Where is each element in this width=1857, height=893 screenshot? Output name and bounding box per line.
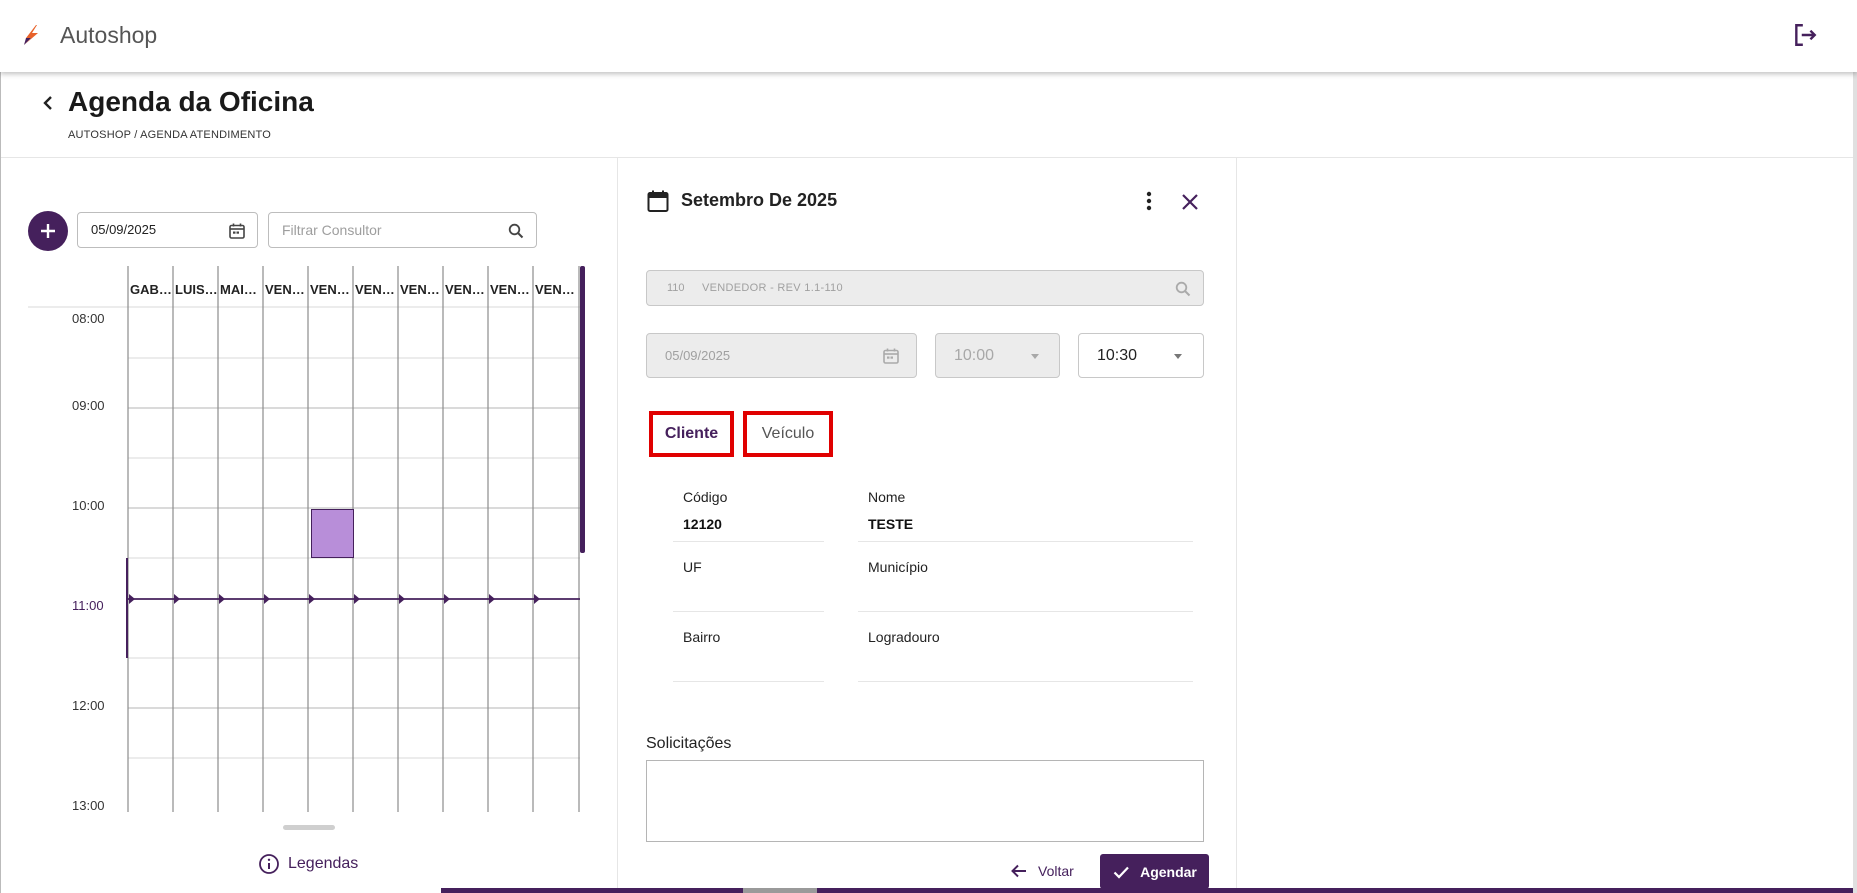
breadcrumb: AUTOSHOP / AGENDA ATENDIMENTO (68, 129, 272, 141)
bairro-label: Bairro (683, 629, 721, 645)
nome-value: TESTE (868, 516, 914, 532)
solicitacoes-textarea[interactable] (647, 761, 1203, 841)
schedule-grid-lines (28, 266, 580, 812)
solicitacoes-label: Solicitações (646, 735, 732, 752)
column-header-luis: LUIS … (175, 282, 218, 297)
codigo-label: Código (683, 489, 728, 505)
nome-label: Nome (868, 489, 906, 505)
column-divider (1236, 158, 1237, 893)
appointment-date-input (665, 348, 865, 363)
column-header-vendedor: VEN… (400, 282, 440, 297)
calendar-icon (647, 190, 669, 212)
column-header-vendedor: VEN… (355, 282, 395, 297)
date-input[interactable] (91, 222, 221, 237)
column-header-vendedor: VEN… (265, 282, 305, 297)
field-underline (673, 681, 824, 682)
back-chevron-icon[interactable] (38, 92, 58, 114)
schedule-grid[interactable]: GAB… LUIS … MAI… VEN… VEN… VEN… VEN… VEN… (28, 266, 580, 812)
close-icon[interactable] (1178, 190, 1202, 214)
calendar-icon (883, 348, 899, 364)
logout-icon[interactable] (1792, 22, 1818, 48)
dropdown-caret-icon (1031, 354, 1039, 359)
page-scrollbar[interactable] (1853, 72, 1857, 893)
field-underline (673, 541, 824, 542)
time-label: 12:00 (72, 698, 105, 713)
search-icon[interactable] (507, 222, 525, 240)
legend-label: Legendas (288, 855, 359, 872)
column-header-maiara: MAI… (220, 282, 257, 297)
tab-cliente[interactable]: Cliente (649, 411, 734, 457)
time-label: 10:00 (72, 498, 105, 513)
app-bar: Autoshop (0, 0, 1857, 72)
tab-veiculo[interactable]: Veículo (743, 411, 833, 457)
start-time-select: 10:00 (935, 333, 1060, 378)
bottom-bar (441, 888, 743, 893)
vendor-field: 110 VENDEDOR - REV 1.1-110 (646, 270, 1204, 306)
solicitacoes-field[interactable] (646, 760, 1204, 842)
current-time-label: 11:00 (72, 598, 104, 613)
vendor-code: 110 (667, 282, 685, 294)
page-title: Agenda da Oficina (68, 86, 314, 117)
search-icon (1175, 281, 1191, 297)
column-header-vendedor: VEN… (535, 282, 575, 297)
left-border (0, 72, 1, 893)
panel-title: Setembro De 2025 (681, 190, 838, 210)
bottom-bar (743, 888, 817, 893)
calendar-icon[interactable] (228, 222, 246, 240)
app-name: Autoshop (60, 22, 158, 48)
selected-appointment-slot[interactable] (311, 509, 354, 558)
consultant-filter-input[interactable] (282, 222, 502, 238)
resize-handle[interactable] (283, 825, 335, 830)
time-label: 09:00 (72, 398, 105, 413)
column-header-gabriel: GAB… (130, 282, 172, 297)
logradouro-label: Logradouro (868, 629, 940, 645)
schedule-button[interactable]: Agendar (1100, 854, 1209, 889)
legend-button[interactable]: Legendas (258, 852, 358, 876)
schedule-scrollbar[interactable] (580, 266, 585, 553)
field-underline (858, 611, 1193, 612)
municipio-label: Município (868, 559, 928, 575)
check-icon (1113, 866, 1129, 879)
end-time-value: 10:30 (1097, 347, 1138, 364)
field-underline (858, 681, 1193, 682)
vendor-name: VENDEDOR - REV 1.1-110 (702, 282, 843, 294)
arrow-left-icon (1011, 864, 1026, 878)
add-appointment-button[interactable] (28, 211, 68, 251)
date-field[interactable] (77, 212, 258, 248)
bottom-bar (817, 888, 1853, 893)
header-divider (1, 157, 1853, 158)
autoshop-logo-icon (24, 25, 38, 45)
appointment-date-field (646, 333, 917, 378)
column-header-vendedor: VEN… (310, 282, 350, 297)
info-icon (259, 854, 279, 874)
more-options-icon[interactable] (1138, 189, 1160, 213)
back-button-label: Voltar (1038, 863, 1074, 879)
time-label: 13:00 (72, 798, 105, 812)
time-label: 08:00 (72, 311, 105, 326)
end-time-select[interactable]: 10:30 (1078, 333, 1204, 378)
start-time-value: 10:00 (954, 347, 995, 364)
back-button[interactable]: Voltar (1010, 857, 1074, 885)
field-underline (673, 611, 824, 612)
uf-label: UF (683, 559, 702, 575)
column-divider (617, 158, 618, 893)
plus-icon (41, 224, 55, 238)
codigo-value: 12120 (683, 516, 722, 532)
column-header-vendedor: VEN… (490, 282, 530, 297)
consultant-filter[interactable] (268, 212, 537, 248)
dropdown-caret-icon (1174, 354, 1182, 359)
column-header-vendedor: VEN… (445, 282, 485, 297)
schedule-button-label: Agendar (1140, 863, 1197, 880)
field-underline (858, 541, 1193, 542)
